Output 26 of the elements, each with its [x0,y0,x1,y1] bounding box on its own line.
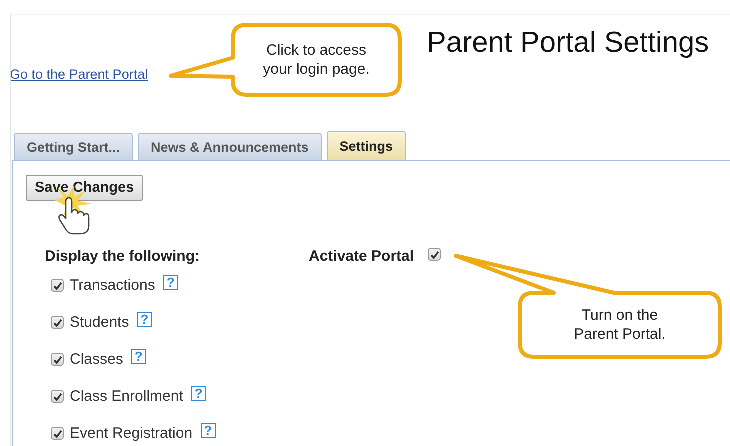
activate-portal-label: Activate Portal [309,248,414,267]
help-button[interactable]: ? [137,312,152,327]
checkbox[interactable] [51,390,64,403]
checkbox[interactable] [51,316,64,329]
option-label: Class Enrollment [70,388,184,405]
help-button[interactable]: ? [191,386,206,401]
checkbox[interactable] [51,427,64,440]
section-heading: Display the following: [45,248,202,267]
help-button[interactable]: ? [163,275,178,290]
save-changes-button[interactable]: Save Changes [26,175,144,201]
option-label: Event Registration [70,425,193,442]
option-label: Transactions [70,277,156,294]
page-title: Parent Portal Settings [427,26,710,61]
checkbox[interactable] [51,279,64,292]
tab[interactable]: News & Announcements [138,133,322,160]
option-label: Students [70,314,130,331]
checkbox[interactable] [51,353,64,366]
option-label: Classes [70,351,124,368]
callout-text: Click to access your login page. [263,41,370,79]
callout-text: Turn on the Parent Portal. [574,306,666,344]
checkbox[interactable] [428,248,442,261]
tab[interactable]: Getting Start... [14,133,134,160]
parent-portal-link[interactable]: Go to the Parent Portal [10,67,148,82]
tab[interactable]: Settings [326,131,406,160]
help-button[interactable]: ? [131,349,146,364]
help-button[interactable]: ? [200,423,216,438]
